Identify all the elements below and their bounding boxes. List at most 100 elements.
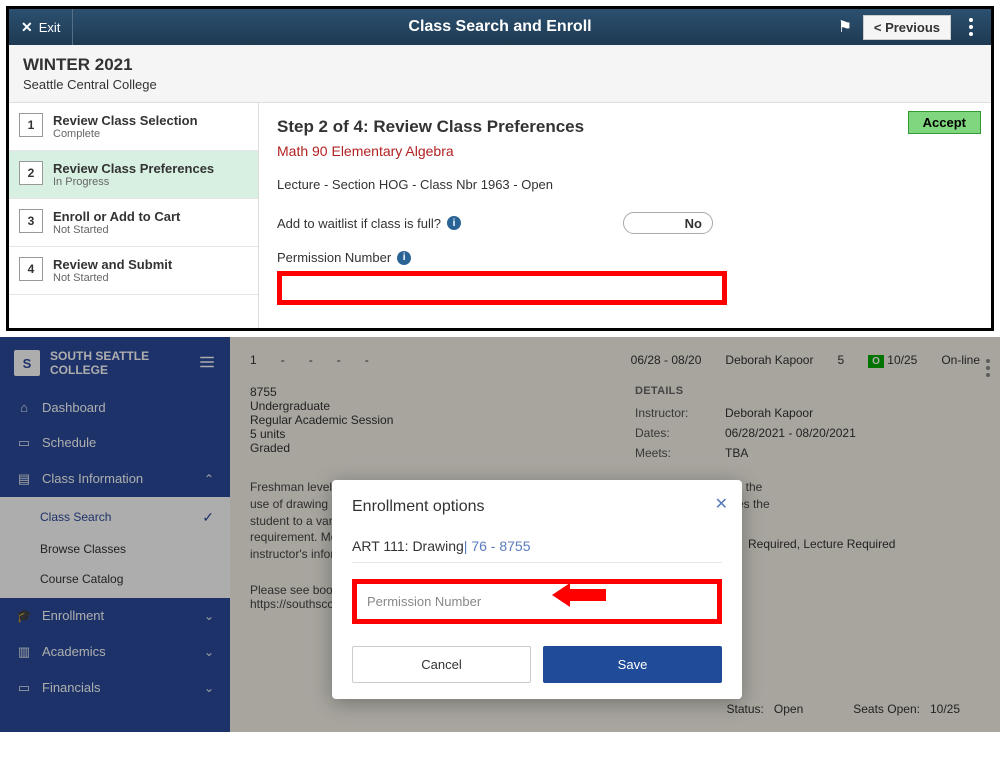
topbar-right: ⚑ < Previous — [835, 15, 991, 40]
step-title: Review and Submit — [53, 257, 172, 272]
previous-button[interactable]: < Previous — [863, 15, 951, 40]
close-icon[interactable]: ✕ — [715, 494, 728, 514]
more-menu-icon[interactable] — [959, 15, 983, 39]
modal-buttons: Cancel Save — [352, 646, 722, 683]
class-nbr: 8755 — [250, 385, 595, 399]
permission-number-input[interactable] — [277, 271, 727, 305]
details-right: DETAILS Instructor:Deborah Kapoor Dates:… — [635, 385, 980, 463]
nav-class-search[interactable]: Class Search✓ — [0, 501, 230, 534]
nav-financials[interactable]: ▭Financials⌄ — [0, 670, 230, 706]
calendar-icon: ▭ — [16, 435, 32, 451]
flag-icon[interactable]: ⚑ — [835, 17, 855, 37]
list-icon: ▤ — [16, 471, 32, 487]
status-value: Open — [774, 702, 803, 716]
details-header: DETAILS — [635, 385, 980, 397]
nav-enrollment[interactable]: 🎓Enrollment⌄ — [0, 598, 230, 634]
detail-dates: 06/28/2021 - 08/20/2021 — [725, 426, 856, 440]
accept-button[interactable]: Accept — [908, 111, 981, 134]
card-icon: ▭ — [16, 680, 32, 696]
book-icon: ▥ — [16, 644, 32, 660]
row-num: 1 — [250, 353, 257, 367]
step-1[interactable]: 1 Review Class Selection Complete — [9, 103, 258, 151]
step-title: Review Class Selection — [53, 113, 198, 128]
page-title: Class Search and Enroll — [408, 18, 591, 36]
chevron-down-icon: ⌄ — [204, 681, 214, 695]
college-label: Seattle Central College — [23, 77, 977, 92]
chevron-up-icon: ⌃ — [204, 472, 214, 486]
term-header: WINTER 2021 Seattle Central College — [9, 45, 991, 103]
step-status: Not Started — [53, 224, 180, 236]
step-2[interactable]: 2 Review Class Preferences In Progress — [9, 151, 258, 199]
waitlist-toggle[interactable]: No — [623, 212, 713, 234]
nav-course-catalog[interactable]: Course Catalog — [0, 564, 230, 594]
step-heading: Step 2 of 4: Review Class Preferences — [277, 117, 973, 137]
close-icon: ✕ — [21, 19, 33, 36]
nav-browse-classes[interactable]: Browse Classes — [0, 534, 230, 564]
step-title: Review Class Preferences — [53, 161, 214, 176]
callout-arrow-icon — [552, 583, 606, 607]
step-status: Complete — [53, 128, 198, 140]
row-seats: 10/25 — [887, 353, 917, 367]
career: Undergraduate — [250, 399, 595, 413]
row-mode: On-line — [941, 353, 980, 367]
detail-instructor: Deborah Kapoor — [725, 406, 813, 420]
units: 5 units — [250, 427, 595, 441]
step-badge: 1 — [19, 113, 43, 137]
college-name: SOUTH SEATTLE COLLEGE — [50, 349, 149, 378]
info-icon[interactable]: i — [447, 216, 461, 230]
row-more-icon[interactable] — [986, 359, 990, 377]
course-name: Math 90 Elementary Algebra — [277, 143, 973, 159]
detail-meets: TBA — [725, 446, 748, 460]
step-title: Enroll or Add to Cart — [53, 209, 180, 224]
status-open-icon: O — [868, 355, 884, 368]
seats-value: 10/25 — [930, 702, 960, 716]
wizard-body: 1 Review Class Selection Complete 2 Revi… — [9, 103, 991, 328]
class-info-submenu: Class Search✓ Browse Classes Course Cata… — [0, 497, 230, 598]
step-3[interactable]: 3 Enroll or Add to Cart Not Started — [9, 199, 258, 247]
nav-dashboard[interactable]: ⌂Dashboard — [0, 390, 230, 425]
step-4[interactable]: 4 Review and Submit Not Started — [9, 247, 258, 295]
nav-schedule[interactable]: ▭Schedule — [0, 425, 230, 461]
nav-class-information[interactable]: ▤Class Information⌃ — [0, 461, 230, 497]
step-badge: 2 — [19, 161, 43, 185]
save-button[interactable]: Save — [543, 646, 722, 683]
permission-number-highlight — [352, 579, 722, 624]
row-units: 5 — [837, 353, 844, 367]
divider — [352, 562, 722, 563]
row-dates: 06/28 - 08/20 — [631, 353, 702, 367]
info-icon[interactable]: i — [397, 251, 411, 265]
waitlist-row: Add to waitlist if class is full? i No — [277, 212, 973, 234]
modal-course: ART 111: Drawing| 76 - 8755 — [352, 538, 722, 554]
chevron-down-icon: ⌄ — [204, 609, 214, 623]
step-status: In Progress — [53, 176, 214, 188]
check-icon: ✓ — [202, 509, 214, 526]
permission-number-input[interactable] — [359, 586, 715, 617]
side-nav: S SOUTH SEATTLE COLLEGE ⌂Dashboard ▭Sche… — [0, 337, 230, 732]
exit-button[interactable]: ✕ Exit — [9, 9, 73, 45]
requirements-text: Required, Lecture Required — [748, 537, 895, 551]
term-label: WINTER 2021 — [23, 55, 977, 75]
cancel-button[interactable]: Cancel — [352, 646, 531, 683]
permission-number-wrapper — [352, 579, 722, 624]
hamburger-icon[interactable] — [198, 353, 216, 374]
class-row[interactable]: 1 - - - - 06/28 - 08/20 Deborah Kapoor 5… — [230, 341, 1000, 379]
step-badge: 3 — [19, 209, 43, 233]
top-bar: ✕ Exit Class Search and Enroll ⚑ < Previ… — [9, 9, 991, 45]
nav-header: S SOUTH SEATTLE COLLEGE — [0, 337, 230, 390]
modal-title: Enrollment options — [352, 498, 722, 516]
waitlist-label: Add to waitlist if class is full? — [277, 216, 441, 231]
section-line: Lecture - Section HOG - Class Nbr 1963 -… — [277, 177, 973, 192]
nav-academics[interactable]: ▥Academics⌄ — [0, 634, 230, 670]
exit-label: Exit — [39, 20, 61, 35]
home-icon: ⌂ — [16, 400, 32, 415]
enroll-wizard-window: ✕ Exit Class Search and Enroll ⚑ < Previ… — [6, 6, 994, 331]
session: Regular Academic Session — [250, 413, 595, 427]
grad-cap-icon: 🎓 — [16, 608, 32, 624]
toggle-value: No — [685, 216, 702, 231]
permission-label-row: Permission Number i — [277, 250, 973, 265]
status-row: Status:Open Seats Open:10/25 — [727, 702, 960, 716]
details-left: 8755 Undergraduate Regular Academic Sess… — [250, 385, 595, 463]
steps-sidebar: 1 Review Class Selection Complete 2 Revi… — [9, 103, 259, 328]
chevron-down-icon: ⌄ — [204, 645, 214, 659]
mobile-portal-screenshot: S SOUTH SEATTLE COLLEGE ⌂Dashboard ▭Sche… — [0, 337, 1000, 732]
